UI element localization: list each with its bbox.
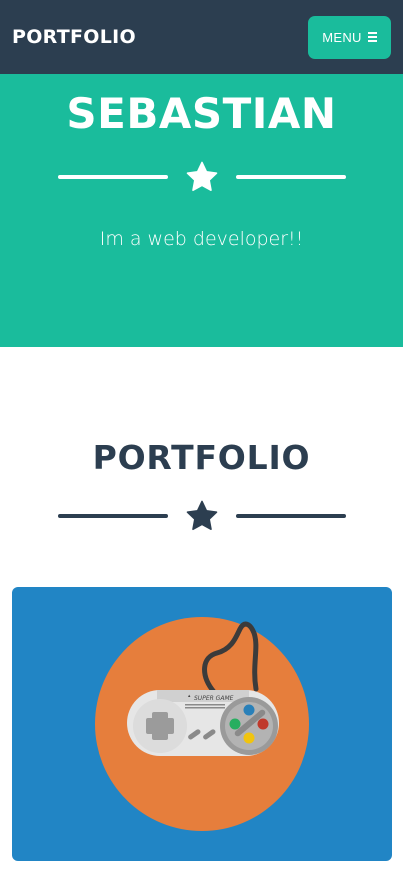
divider-line-right	[236, 175, 346, 179]
controller-label: SUPER GAME	[194, 695, 234, 702]
brand-link[interactable]: PORTFOLIO	[12, 26, 136, 48]
navbar: PORTFOLIO MENU	[0, 0, 403, 74]
divider-line-left	[58, 514, 168, 518]
portfolio-divider	[58, 496, 346, 536]
portfolio-item-card[interactable]: SUPER GAME	[12, 587, 392, 861]
menu-button[interactable]: MENU	[308, 15, 391, 59]
masthead-subtitle: Im a web developer!!	[99, 228, 304, 250]
divider-line-left	[58, 175, 168, 179]
masthead-divider	[58, 157, 346, 197]
divider-line-right	[236, 514, 346, 518]
portfolio-heading: PORTFOLIO	[92, 438, 311, 477]
game-controller-illustration: SUPER GAME	[95, 617, 309, 831]
hamburger-icon	[367, 32, 377, 42]
star-icon	[186, 500, 218, 531]
menu-label: MENU	[322, 29, 362, 45]
masthead-name: SEBASTIAN	[66, 89, 337, 138]
star-icon	[186, 161, 218, 192]
masthead: SEBASTIAN Im a web developer!!	[0, 74, 403, 347]
